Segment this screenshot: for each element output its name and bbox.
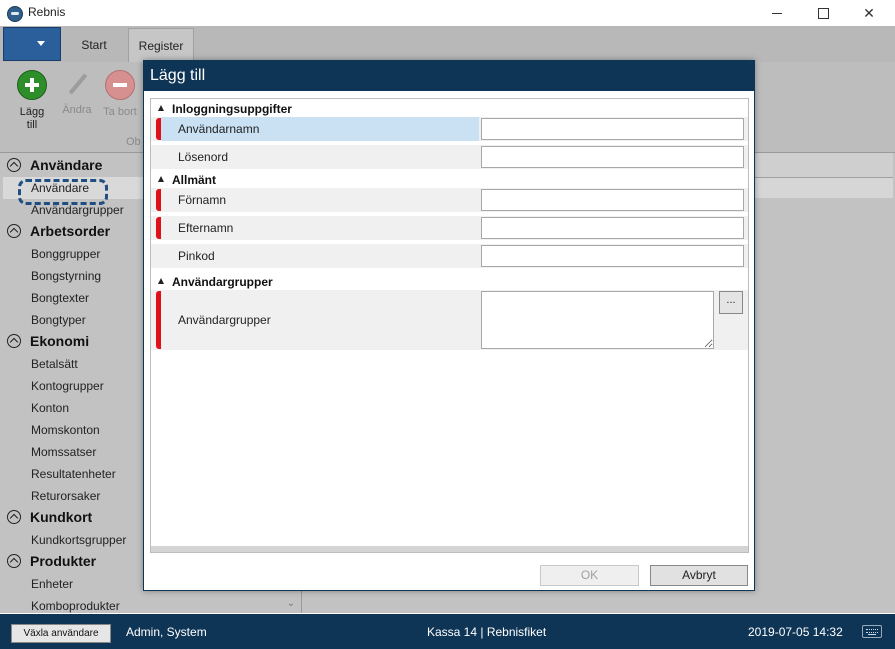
sidebar-group-label: Arbetsorder bbox=[30, 223, 111, 239]
password-field[interactable] bbox=[481, 146, 744, 168]
ribbon-tabs: Start Register bbox=[0, 26, 895, 63]
category-general[interactable]: Allmänt bbox=[151, 170, 748, 190]
delete-button-label: Ta bort bbox=[103, 106, 137, 118]
keyboard-icon[interactable] bbox=[862, 625, 882, 638]
edit-button[interactable]: Ändra bbox=[59, 70, 95, 117]
ribbon-group-label: Ob bbox=[126, 136, 141, 148]
sidebar-item-komboprodukter[interactable]: Komboprodukter bbox=[3, 595, 299, 613]
property-row-pincode: Pinkod bbox=[151, 244, 748, 268]
property-label[interactable]: Pinkod bbox=[161, 244, 479, 268]
add-icon bbox=[17, 70, 47, 100]
collapse-triangle-icon bbox=[158, 176, 164, 182]
browse-usergroups-button[interactable]: ... bbox=[719, 291, 743, 314]
property-row-lastname: Efternamn bbox=[151, 216, 748, 240]
username-field[interactable] bbox=[481, 118, 744, 140]
property-row-usergroups: Användargrupper ... bbox=[151, 290, 748, 350]
dialog-title: Lägg till bbox=[144, 61, 754, 91]
property-label[interactable]: Lösenord bbox=[161, 145, 479, 169]
collapse-icon bbox=[7, 554, 21, 568]
sidebar-group-label: Kundkort bbox=[30, 509, 93, 525]
app-menu-button[interactable] bbox=[3, 27, 61, 61]
property-row-username: Användarnamn bbox=[151, 117, 748, 141]
collapse-triangle-icon bbox=[158, 105, 164, 111]
collapse-icon bbox=[7, 510, 21, 524]
property-grid-footer bbox=[151, 546, 748, 552]
collapse-icon bbox=[7, 334, 21, 348]
collapse-icon bbox=[7, 224, 21, 238]
category-label: Inloggningsuppgifter bbox=[172, 102, 292, 116]
add-button[interactable]: Lägg till bbox=[14, 70, 50, 132]
property-label[interactable]: Användargrupper bbox=[161, 290, 479, 350]
scroll-down-icon[interactable]: ⌄ bbox=[283, 595, 299, 613]
tab-register[interactable]: Register bbox=[128, 28, 194, 63]
current-user: Admin, System bbox=[126, 625, 207, 639]
datetime: 2019-07-05 14:32 bbox=[748, 625, 843, 639]
firstname-field[interactable] bbox=[481, 189, 744, 211]
collapse-triangle-icon bbox=[158, 278, 164, 284]
category-label: Allmänt bbox=[172, 173, 217, 187]
sidebar-group-label: Användare bbox=[30, 157, 103, 173]
property-label[interactable]: Användarnamn bbox=[161, 117, 479, 141]
window-title: Rebnis bbox=[28, 5, 66, 19]
property-row-firstname: Förnamn bbox=[151, 188, 748, 212]
usergroups-field[interactable] bbox=[481, 291, 714, 349]
property-label[interactable]: Efternamn bbox=[161, 216, 479, 240]
cancel-button[interactable]: Avbryt bbox=[650, 565, 748, 586]
property-row-password: Lösenord bbox=[151, 145, 748, 169]
pincode-field[interactable] bbox=[481, 245, 744, 267]
category-label: Användargrupper bbox=[172, 275, 273, 289]
remove-icon bbox=[105, 70, 135, 100]
title-bar: Rebnis ✕ bbox=[0, 0, 895, 26]
pencil-icon bbox=[63, 70, 91, 98]
lastname-field[interactable] bbox=[481, 217, 744, 239]
tab-start[interactable]: Start bbox=[66, 28, 122, 62]
delete-button[interactable]: Ta bort bbox=[102, 70, 138, 119]
status-bar: Växla användare Admin, System Kassa 14 |… bbox=[0, 614, 895, 649]
collapse-icon bbox=[7, 158, 21, 172]
maximize-button[interactable] bbox=[800, 0, 846, 26]
maximize-icon bbox=[817, 7, 829, 19]
close-icon: ✕ bbox=[863, 4, 875, 21]
sidebar-group-label: Ekonomi bbox=[30, 333, 90, 349]
app-logo-icon bbox=[7, 6, 23, 22]
category-login[interactable]: Inloggningsuppgifter bbox=[151, 99, 748, 119]
category-usergroups[interactable]: Användargrupper bbox=[151, 272, 748, 292]
ok-button[interactable]: OK bbox=[540, 565, 639, 586]
sidebar-group-label: Produkter bbox=[30, 553, 97, 569]
minimize-icon bbox=[772, 12, 782, 14]
edit-button-label: Ändra bbox=[62, 104, 92, 116]
property-grid: Inloggningsuppgifter Användarnamn Löseno… bbox=[150, 98, 749, 553]
add-button-label: Lägg till bbox=[19, 106, 45, 131]
register-info: Kassa 14 | Rebnisfiket bbox=[427, 625, 547, 639]
property-label[interactable]: Förnamn bbox=[161, 188, 479, 212]
add-user-dialog: Lägg till Inloggningsuppgifter Användarn… bbox=[143, 60, 755, 591]
close-button[interactable]: ✕ bbox=[846, 0, 892, 26]
switch-user-button[interactable]: Växla användare bbox=[11, 624, 111, 643]
minimize-button[interactable] bbox=[754, 0, 800, 26]
